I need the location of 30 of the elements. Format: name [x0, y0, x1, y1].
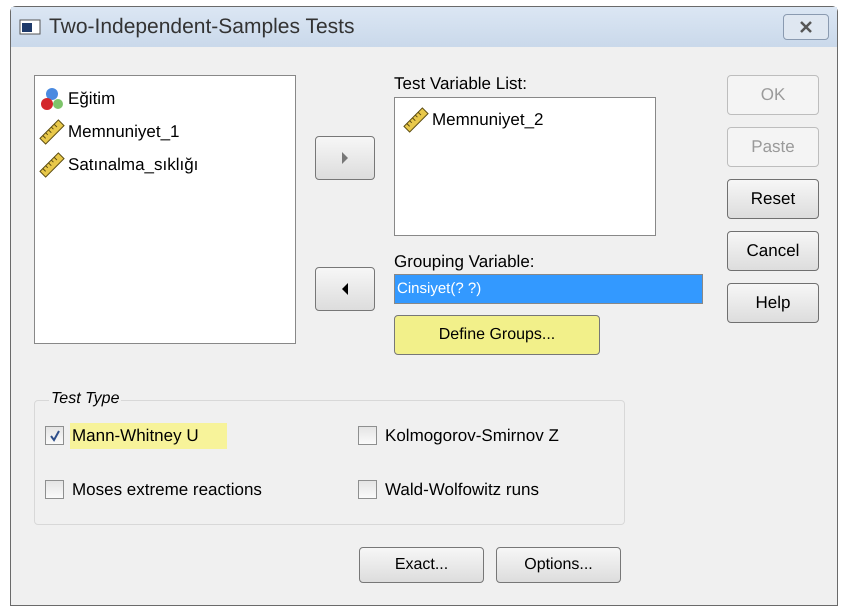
option-label: Mann-Whitney U — [70, 423, 227, 448]
move-left-button[interactable] — [315, 267, 375, 311]
option-label: Kolmogorov-Smirnov Z — [384, 425, 560, 447]
left-arrow-icon — [341, 283, 349, 295]
close-button[interactable] — [783, 14, 829, 40]
dialog-button[interactable]: Help — [727, 283, 819, 323]
checkbox[interactable] — [45, 480, 64, 499]
variable-item[interactable]: Eğitim — [68, 86, 116, 112]
dialog-button[interactable]: Options... — [496, 547, 621, 583]
right-arrow-icon — [341, 152, 349, 164]
checkbox[interactable] — [358, 426, 377, 446]
close-icon — [799, 21, 813, 33]
define-groups-button[interactable]: Define Groups... — [394, 315, 600, 355]
test-variable-label: Test Variable List: — [394, 73, 528, 95]
circles-icon — [39, 86, 65, 112]
grouping-variable-label: Grouping Variable: — [394, 250, 536, 272]
option-label: Wald-Wolfowitz runs — [384, 478, 540, 500]
dialog-button[interactable]: Reset — [727, 179, 819, 219]
window-icon — [19, 18, 41, 36]
dialog-button[interactable]: Exact... — [359, 547, 484, 583]
variable-item[interactable]: Memnuniyet_2 — [432, 107, 544, 133]
dialog-button[interactable]: Cancel — [727, 231, 819, 271]
move-right-button[interactable] — [315, 136, 375, 180]
window-title: Two-Independent-Samples Tests — [49, 14, 354, 40]
check-icon — [48, 430, 60, 442]
checkbox[interactable] — [358, 480, 377, 499]
variable-item[interactable]: Memnuniyet_1 — [68, 118, 180, 144]
option-label: Moses extreme reactions — [71, 478, 263, 500]
variable-item[interactable]: Satınalma_sıklığı — [68, 152, 198, 178]
checkbox[interactable] — [45, 426, 64, 446]
